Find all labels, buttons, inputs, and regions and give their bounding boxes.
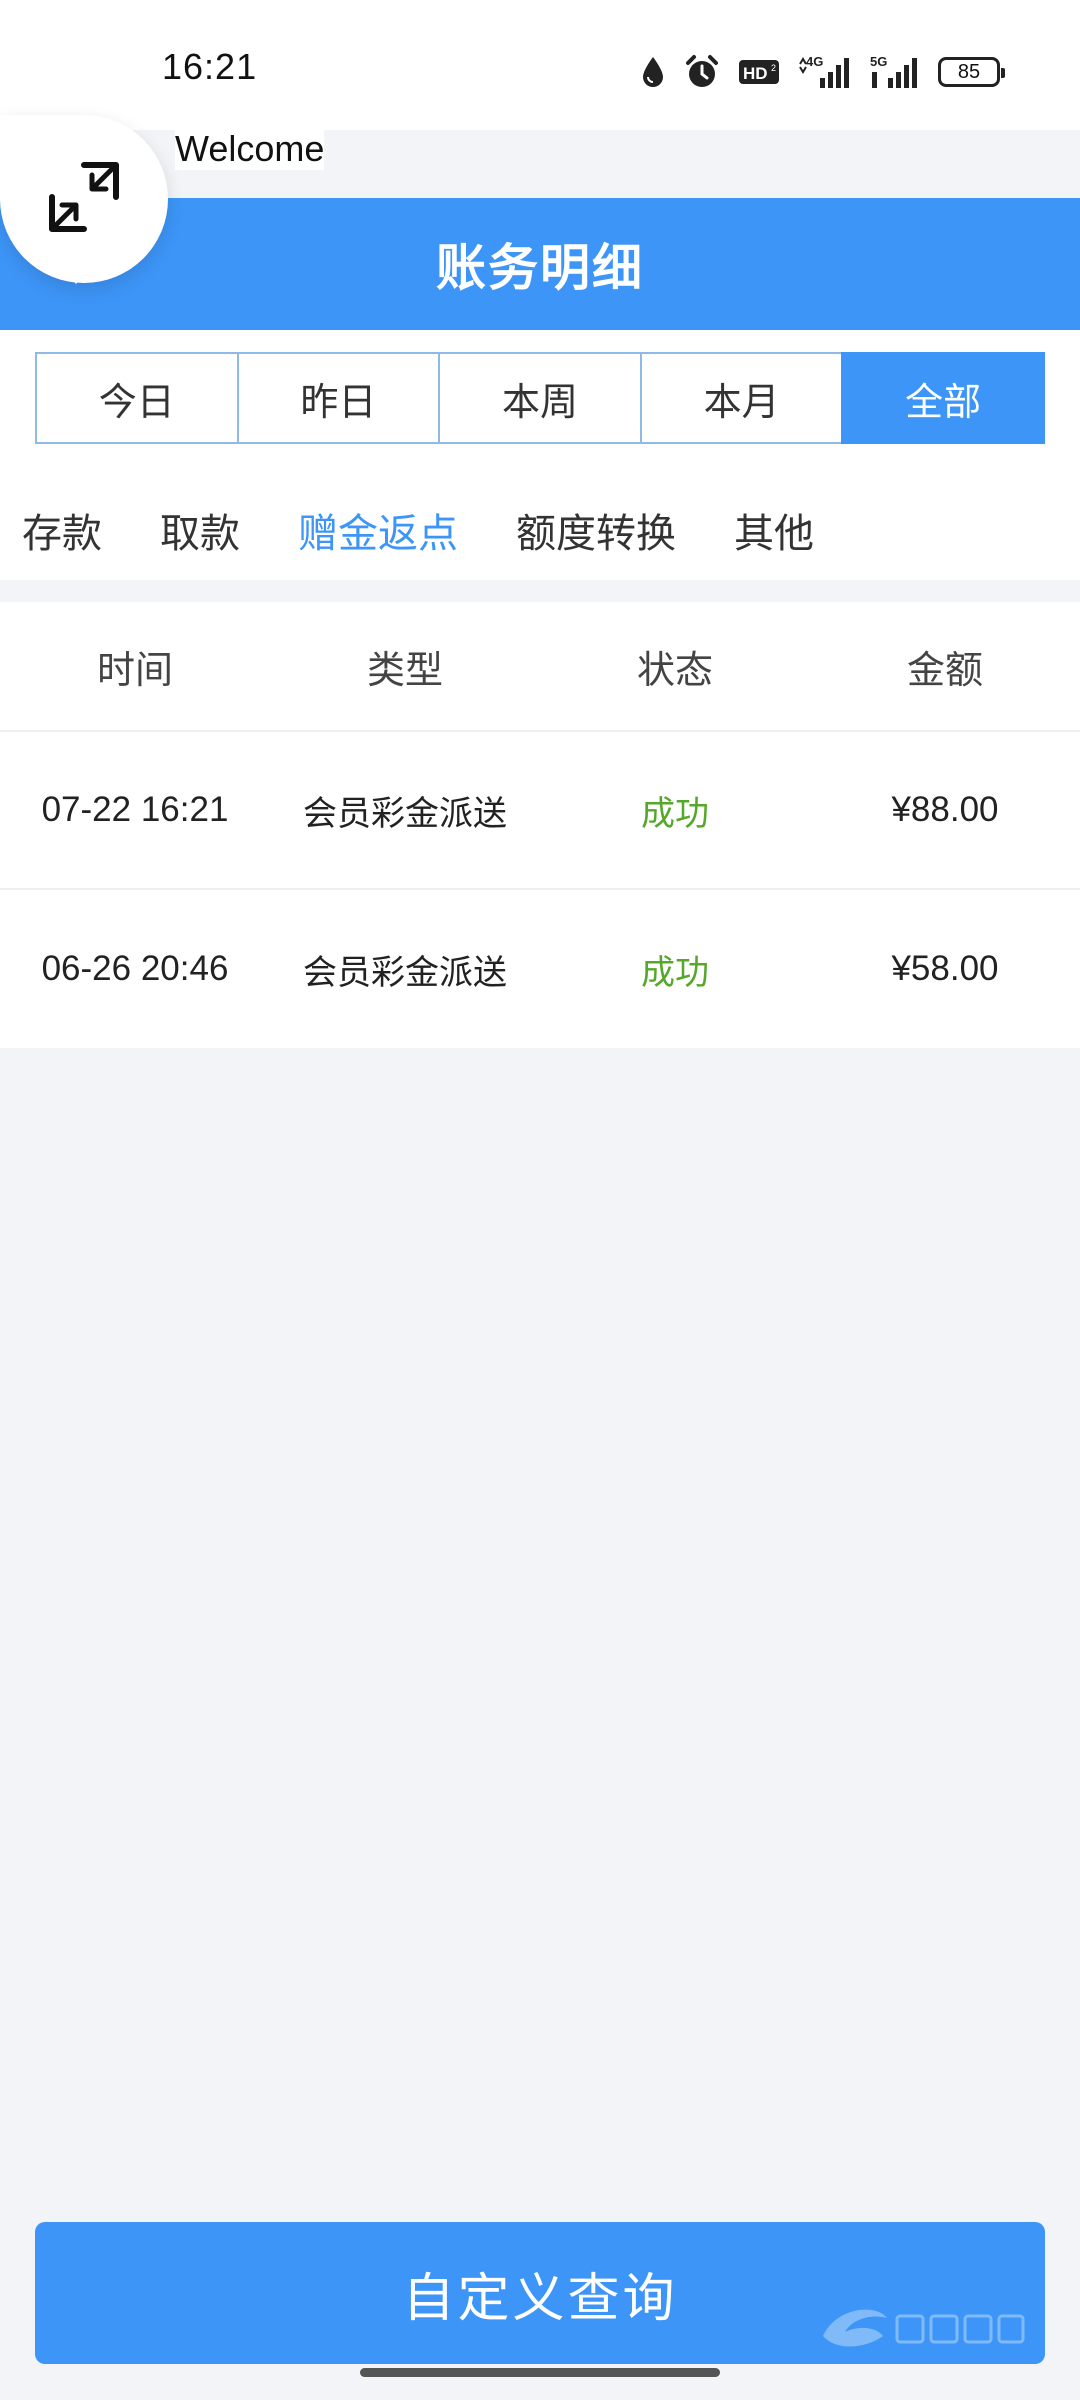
alarm-icon [684,54,720,90]
page-title: 账务明细 [436,239,644,297]
records-table: 时间 类型 状态 金额 07-22 16:21 会员彩金派送 成功 ¥88.00… [0,602,1080,1048]
header-type: 类型 [366,647,443,692]
svg-text:5G: 5G [870,54,887,69]
status-time: 16:21 [162,46,258,87]
row-time: 06-26 20:46 [41,949,229,988]
status-icons: HD 2 4G 5G 85 [640,50,1005,94]
water-drop-icon [640,55,666,89]
battery-level: 85 [957,60,981,83]
custom-query-button[interactable]: 自定义查询 [35,2222,1045,2364]
row-time: 07-22 16:21 [41,790,229,829]
header-time: 时间 [96,647,173,692]
home-indicator[interactable] [360,2368,720,2377]
row-status: 成功 [641,793,709,834]
bubble-tail [62,268,90,284]
tab-withdraw[interactable]: 取款 [160,501,240,559]
transaction-type-tabs: 存款 取款 赠金返点 额度转换 其他 [0,495,872,565]
custom-query-label: 自定义查询 [402,2268,678,2329]
table-row[interactable]: 07-22 16:21 会员彩金派送 成功 ¥88.00 [0,732,1080,890]
svg-text:4G: 4G [806,54,823,69]
table-header: 时间 类型 状态 金额 [0,602,1080,732]
welcome-text: Welcome [175,128,325,170]
floating-window-button[interactable] [0,115,168,283]
tab-bonus-rebate[interactable]: 赠金返点 [298,501,458,559]
row-type: 会员彩金派送 [303,793,507,834]
date-range-tabs: 今日 昨日 本周 本月 全部 [35,352,1045,444]
tab-this-week[interactable]: 本周 [438,352,642,444]
header-amount: 金额 [906,647,983,692]
table-row[interactable]: 06-26 20:46 会员彩金派送 成功 ¥58.00 [0,890,1080,1048]
signal-5g-icon: 5G [870,54,920,90]
tab-balance-transfer[interactable]: 额度转换 [516,501,676,559]
row-type: 会员彩金派送 [303,952,507,993]
tab-other[interactable]: 其他 [734,501,814,559]
tab-this-month[interactable]: 本月 [639,352,844,444]
screen: 16:21 HD 2 4G 5G 85 Welcome 账务明细 今日 昨日 本… [0,0,1080,2400]
row-amount: ¥88.00 [891,790,999,829]
collapse-arrows-icon [46,159,122,239]
svg-text:2: 2 [771,63,776,73]
hd-icon: HD 2 [738,57,780,87]
signal-4g-icon: 4G [798,54,852,90]
status-bar: 16:21 HD 2 4G 5G 85 [0,0,1080,130]
svg-text:HD: HD [743,64,768,83]
tab-today[interactable]: 今日 [35,352,239,444]
battery-icon: 85 [938,57,1005,87]
row-amount: ¥58.00 [891,949,999,988]
header-status: 状态 [636,647,713,692]
tab-yesterday[interactable]: 昨日 [236,352,441,444]
tab-deposit[interactable]: 存款 [22,501,102,559]
tab-all[interactable]: 全部 [841,352,1045,444]
watermark-logo [817,2296,1027,2356]
row-status: 成功 [641,952,709,993]
